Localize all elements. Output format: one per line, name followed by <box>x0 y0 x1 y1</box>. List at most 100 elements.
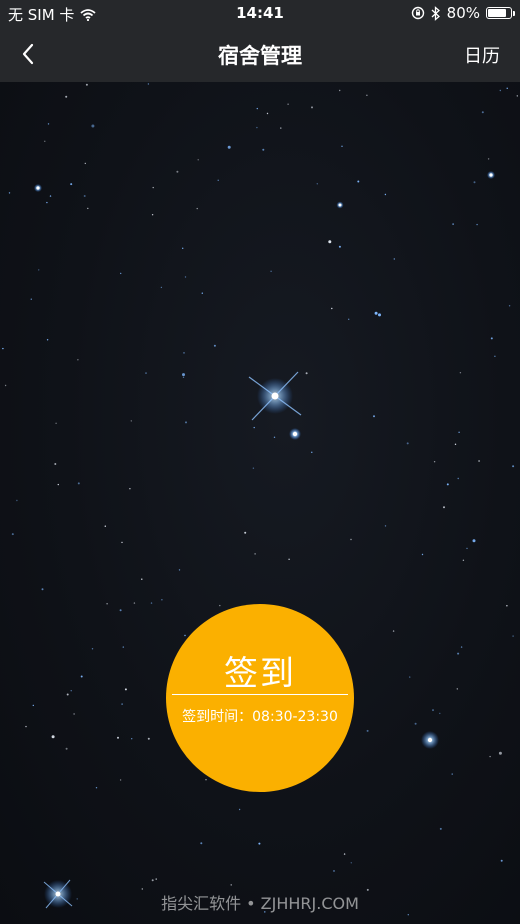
star <box>516 95 518 97</box>
star <box>178 569 181 571</box>
star <box>270 270 272 272</box>
star <box>454 443 457 445</box>
star <box>230 884 232 886</box>
star <box>366 729 369 732</box>
star <box>305 372 308 375</box>
star <box>51 735 55 739</box>
star <box>161 599 163 601</box>
star <box>8 192 11 194</box>
star <box>273 436 276 438</box>
star <box>201 292 203 294</box>
star <box>182 376 185 378</box>
star <box>46 201 48 204</box>
star <box>106 603 108 605</box>
star <box>46 339 49 341</box>
battery-percent: 80% <box>446 4 480 22</box>
star <box>129 488 131 490</box>
star <box>494 355 496 357</box>
star <box>147 737 150 740</box>
star <box>406 442 409 445</box>
star <box>176 170 179 173</box>
star <box>182 247 184 249</box>
nav-bar: 宿舍管理 日历 <box>0 26 520 82</box>
calendar-button[interactable]: 日历 <box>464 42 500 68</box>
star <box>238 808 241 811</box>
star <box>16 499 18 502</box>
star <box>85 83 88 86</box>
star <box>478 460 481 462</box>
starfield-background <box>2 83 518 916</box>
star <box>414 722 417 725</box>
star <box>91 648 94 650</box>
star <box>287 103 289 105</box>
star <box>152 186 154 189</box>
star <box>66 693 69 696</box>
star <box>183 352 185 354</box>
star <box>373 415 375 418</box>
star <box>124 688 127 691</box>
star <box>262 148 265 151</box>
star <box>252 467 255 469</box>
star <box>316 183 318 185</box>
sign-in-button[interactable]: 签到 签到时间：08:30-23:30 <box>166 604 354 792</box>
star <box>457 652 460 655</box>
star <box>311 451 313 453</box>
star <box>350 862 352 864</box>
rotation-lock-icon <box>411 6 424 20</box>
star <box>184 276 187 278</box>
star <box>160 286 163 289</box>
star <box>433 461 436 463</box>
star <box>466 547 468 550</box>
star <box>122 646 125 648</box>
star <box>432 709 434 712</box>
star <box>458 431 460 433</box>
star <box>11 533 14 536</box>
star <box>119 779 122 781</box>
star <box>256 107 258 110</box>
star <box>213 344 216 347</box>
battery-icon <box>486 7 515 19</box>
star <box>120 272 122 275</box>
bright-star <box>34 184 42 192</box>
star <box>141 578 143 580</box>
star <box>147 83 150 85</box>
bright-star <box>289 428 301 440</box>
star <box>38 269 40 271</box>
sign-in-time-range: 签到时间：08:30-23:30 <box>182 709 338 725</box>
star <box>341 145 343 147</box>
star <box>54 463 57 465</box>
star <box>32 704 34 707</box>
star <box>457 477 459 480</box>
star <box>182 373 185 377</box>
star <box>350 538 352 541</box>
star <box>121 541 123 544</box>
battery-level <box>488 9 506 17</box>
star <box>258 842 261 845</box>
star <box>499 89 501 92</box>
star <box>65 95 68 98</box>
star <box>481 111 484 114</box>
star <box>77 359 79 361</box>
sign-in-divider <box>172 694 348 695</box>
star <box>288 558 290 560</box>
star <box>451 773 453 775</box>
star <box>512 635 514 637</box>
star <box>439 712 441 715</box>
star <box>498 751 502 755</box>
star <box>374 311 378 315</box>
star <box>256 126 258 129</box>
sign-in-label: 签到 <box>224 654 296 694</box>
bright-star <box>421 731 439 749</box>
star <box>508 305 511 307</box>
star <box>384 193 387 196</box>
star <box>65 747 68 750</box>
star <box>512 465 515 468</box>
star <box>460 646 463 648</box>
screen: 无 SIM 卡 14:41 80% 宿舍管理 日历 签到 签到时间：08:30-… <box>0 0 520 924</box>
star <box>70 690 72 692</box>
star <box>87 207 89 210</box>
star <box>490 337 493 340</box>
star <box>197 159 199 161</box>
star <box>130 420 132 422</box>
star <box>95 787 98 789</box>
